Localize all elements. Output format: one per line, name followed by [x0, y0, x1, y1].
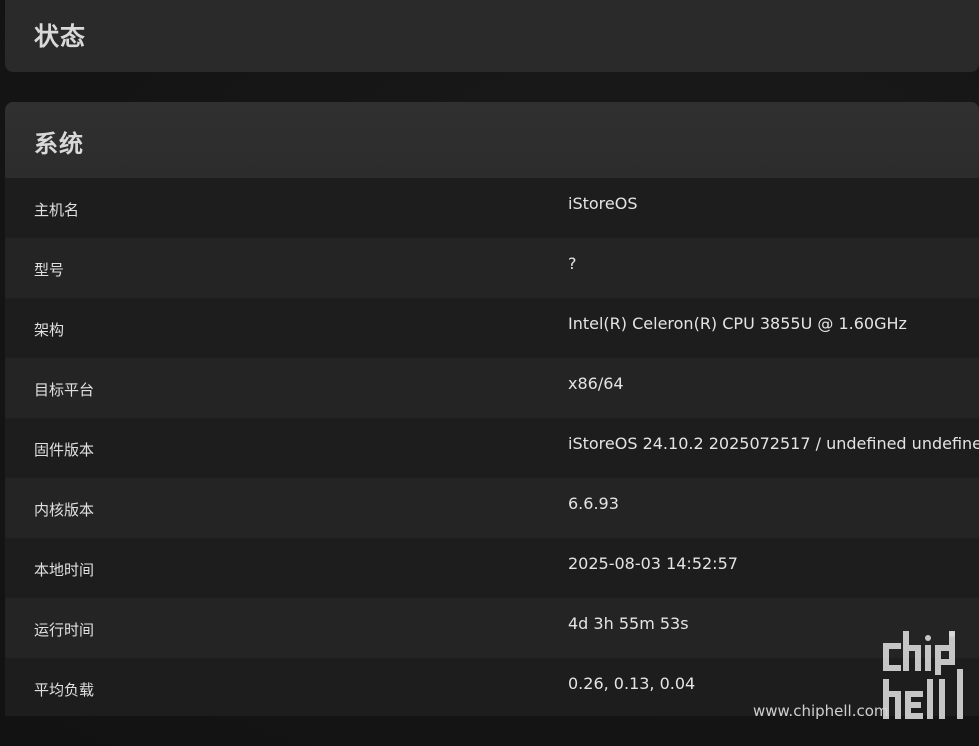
row-label: 平均负载: [34, 681, 95, 699]
row-value: 6.6.93: [568, 494, 619, 513]
row-label: 内核版本: [34, 501, 95, 519]
row-label: 运行时间: [34, 621, 95, 639]
row-value: ?: [568, 254, 577, 273]
row-firmware-version: 固件版本 iStoreOS 24.10.2 2025072517 / undef…: [5, 418, 979, 478]
row-value: x86/64: [568, 374, 624, 393]
row-value: iStoreOS 24.10.2 2025072517 / undefined …: [568, 434, 979, 453]
row-value: iStoreOS: [568, 194, 638, 213]
status-page: 状态 系统 主机名 iStoreOS 型号 ? 架构 Intel(R) Cele…: [0, 0, 979, 746]
chiphell-logo-icon: [883, 631, 963, 719]
system-section: 系统 主机名 iStoreOS 型号 ? 架构 Intel(R) Celeron…: [5, 102, 979, 716]
row-uptime: 运行时间 4d 3h 55m 53s: [5, 598, 979, 658]
row-local-time: 本地时间 2025-08-03 14:52:57: [5, 538, 979, 598]
row-value: 4d 3h 55m 53s: [568, 614, 689, 633]
row-value: 2025-08-03 14:52:57: [568, 554, 738, 573]
row-label: 本地时间: [34, 561, 95, 579]
status-title: 状态: [34, 22, 87, 51]
row-value: 0.26, 0.13, 0.04: [568, 674, 696, 693]
row-label: 架构: [34, 321, 65, 339]
row-label: 目标平台: [34, 381, 95, 399]
row-value: Intel(R) Celeron(R) CPU 3855U @ 1.60GHz: [568, 314, 907, 333]
row-label: 型号: [34, 261, 65, 279]
system-title: 系统: [34, 130, 84, 158]
system-section-header: 系统: [5, 102, 979, 178]
row-target-platform: 目标平台 x86/64: [5, 358, 979, 418]
row-model: 型号 ?: [5, 238, 979, 298]
watermark-site-text: www.chiphell.com: [753, 702, 889, 720]
row-kernel-version: 内核版本 6.6.93: [5, 478, 979, 538]
row-architecture: 架构 Intel(R) Celeron(R) CPU 3855U @ 1.60G…: [5, 298, 979, 358]
row-label: 固件版本: [34, 441, 95, 459]
row-label: 主机名: [34, 201, 80, 219]
status-section-header: 状态: [5, 0, 979, 72]
row-hostname: 主机名 iStoreOS: [5, 178, 979, 238]
